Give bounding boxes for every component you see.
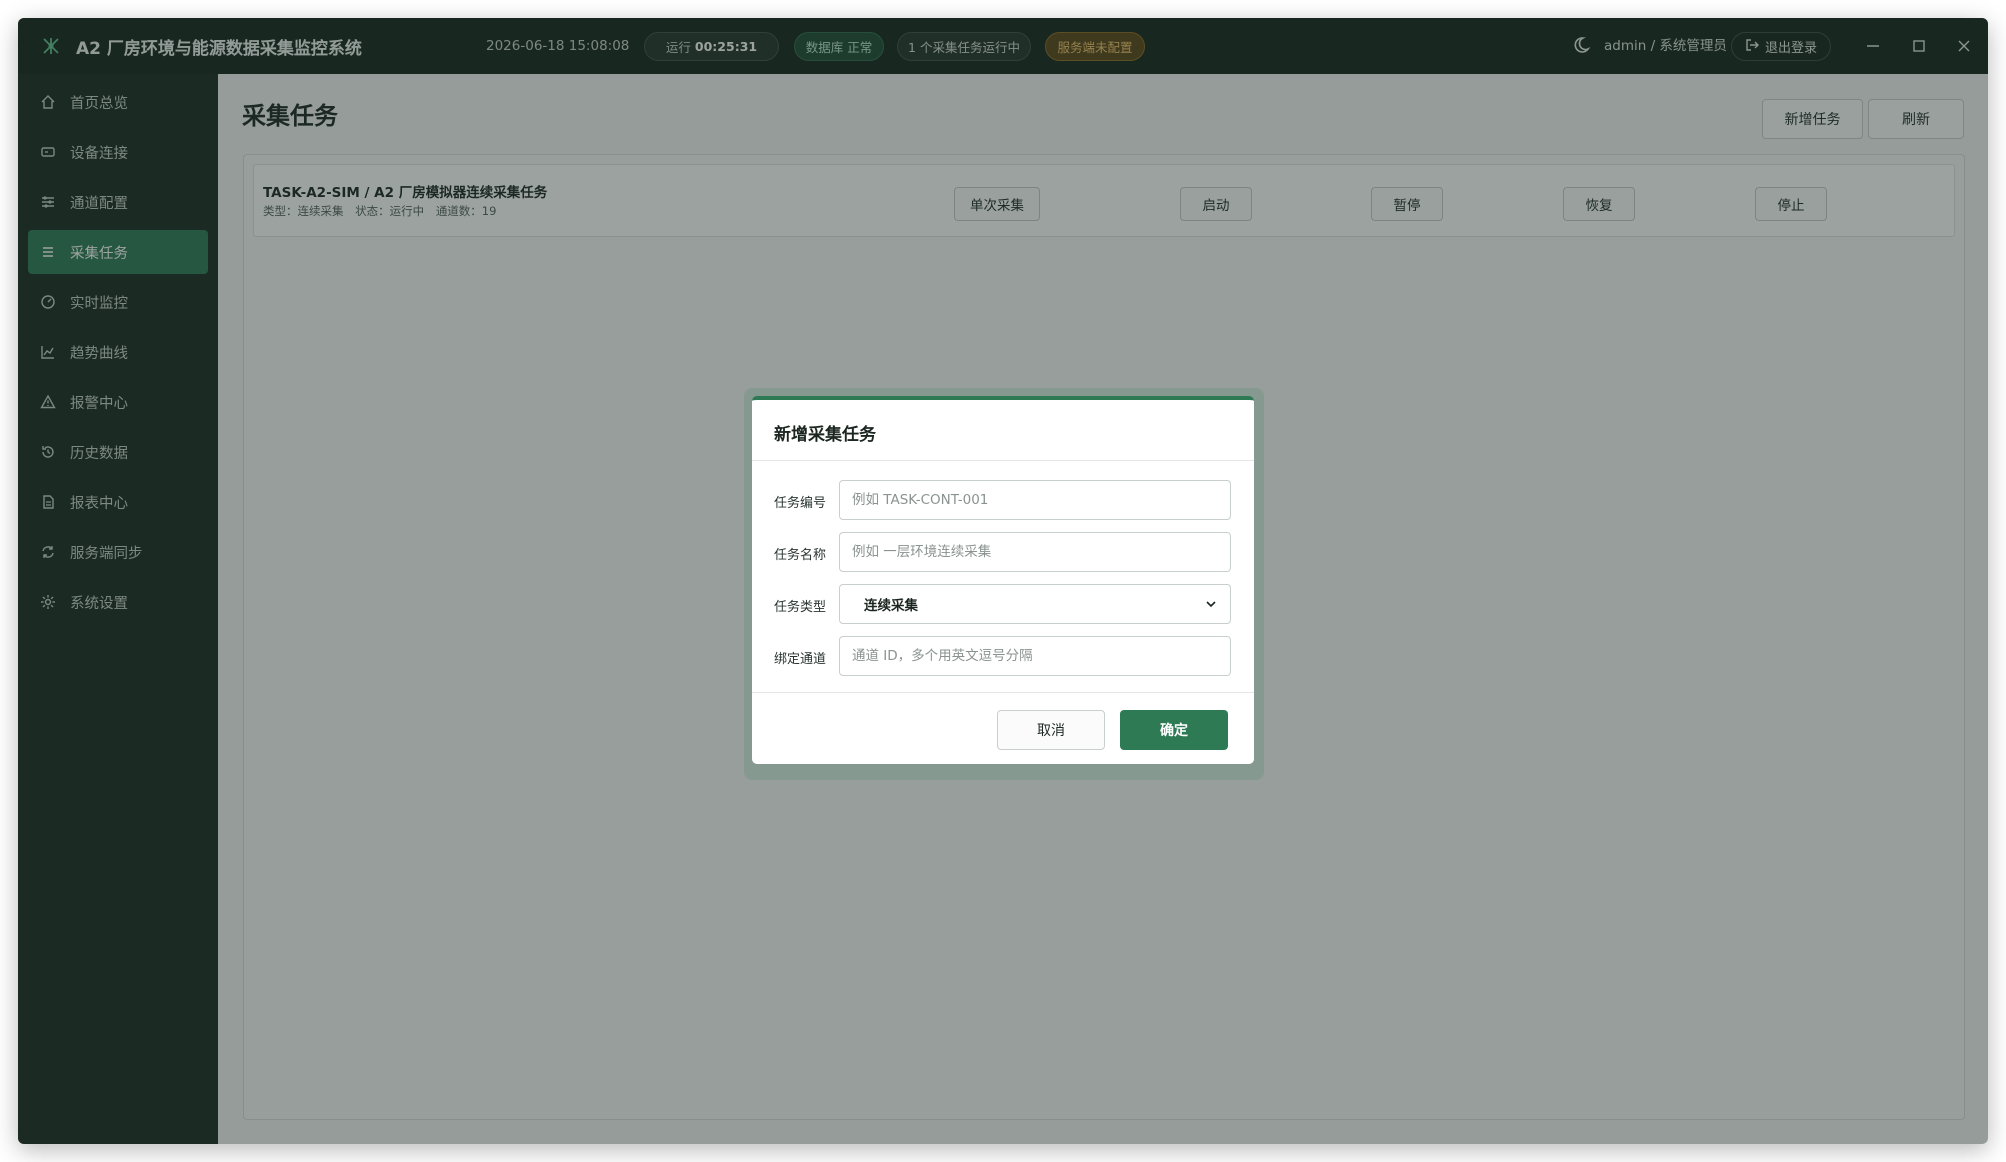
divider <box>752 692 1254 693</box>
cancel-button[interactable]: 取消 <box>997 710 1105 750</box>
task-id-input[interactable] <box>839 480 1231 520</box>
confirm-button[interactable]: 确定 <box>1120 710 1228 750</box>
channels-input[interactable] <box>839 636 1231 676</box>
task-id-label: 任务编号 <box>774 496 827 511</box>
add-task-dialog: 新增采集任务 任务编号 任务名称 任务类型 连续采集 绑定通道 取消 确定 <box>752 396 1254 764</box>
task-name-input[interactable] <box>839 532 1231 572</box>
task-name-label: 任务名称 <box>774 548 827 563</box>
task-type-label: 任务类型 <box>774 600 827 615</box>
task-type-value: 连续采集 <box>864 598 918 614</box>
chevron-down-icon <box>1204 597 1218 611</box>
channels-label: 绑定通道 <box>774 652 827 667</box>
app-window: A2 厂房环境与能源数据采集监控系统 2026-06-18 15:08:08 运… <box>18 18 1988 1144</box>
task-type-select[interactable]: 连续采集 <box>839 584 1231 624</box>
divider <box>752 460 1254 461</box>
dialog-title: 新增采集任务 <box>774 425 876 445</box>
